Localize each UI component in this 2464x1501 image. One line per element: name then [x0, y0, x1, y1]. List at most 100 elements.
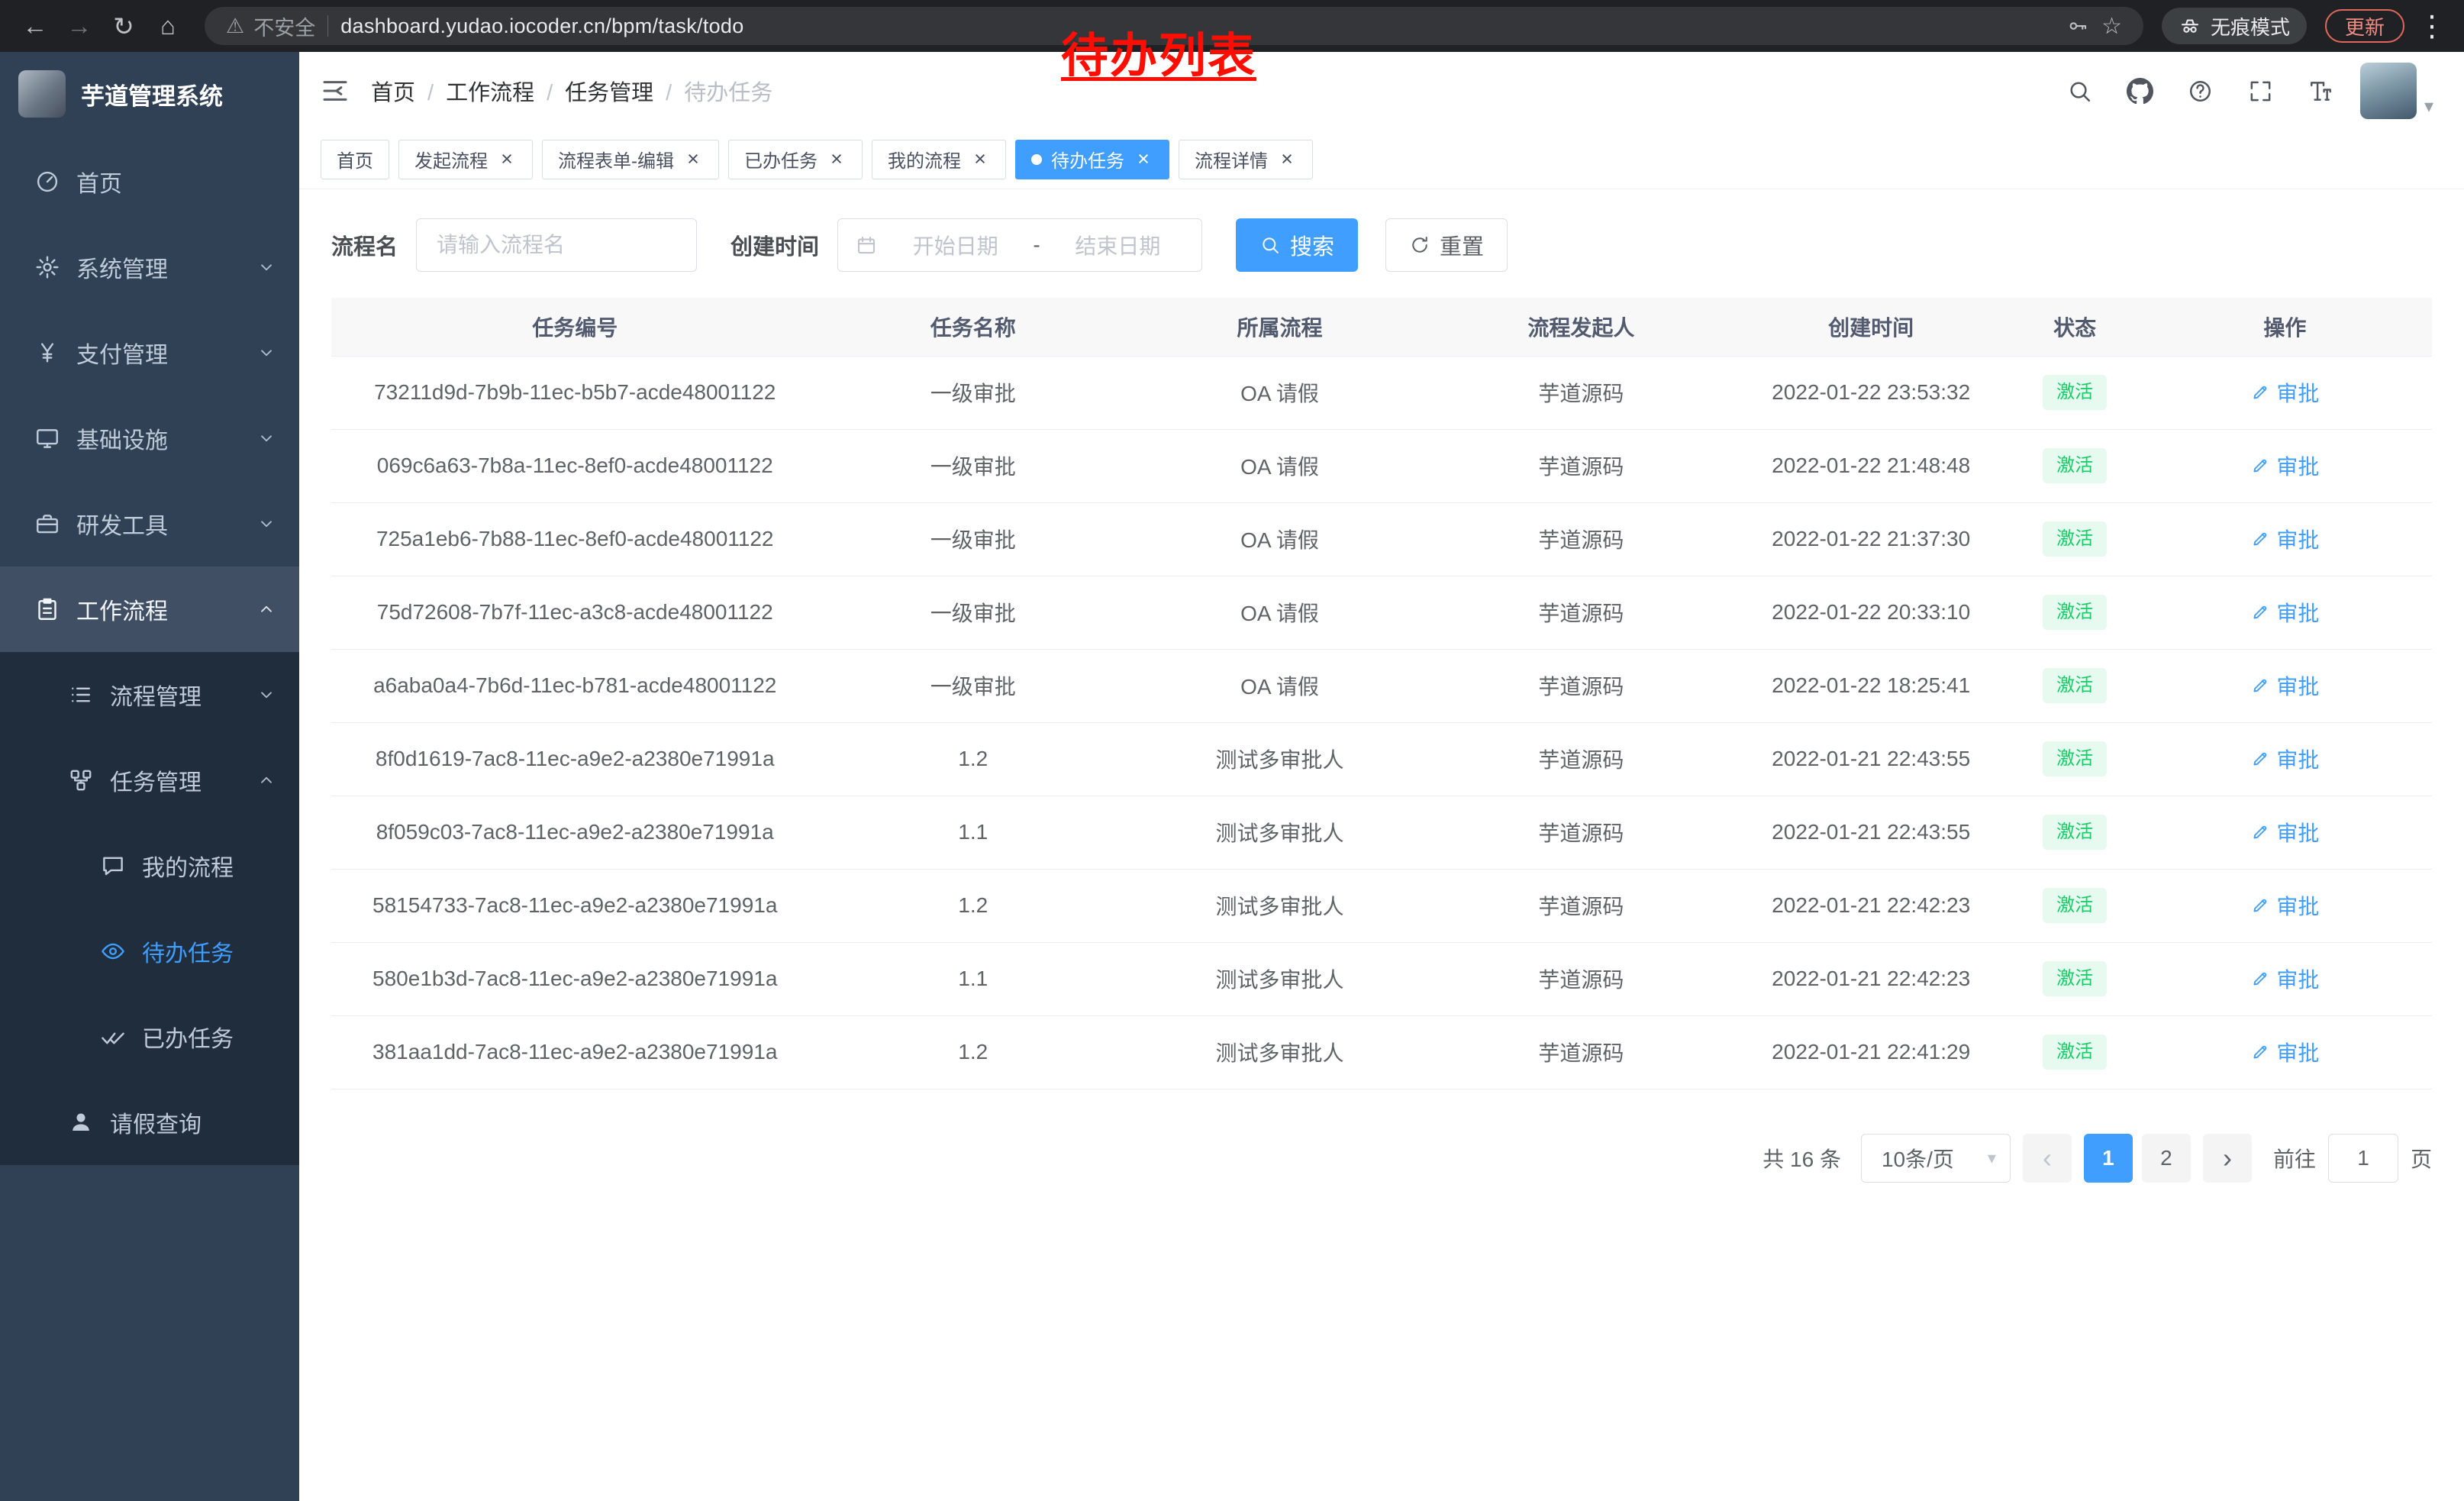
- browser-reload-button[interactable]: [105, 8, 142, 44]
- browser-forward-button[interactable]: [61, 8, 98, 44]
- status-badge: 激活: [2043, 595, 2107, 630]
- approve-link[interactable]: 审批: [2250, 890, 2319, 921]
- close-icon[interactable]: [827, 150, 847, 169]
- task-name-cell: 一级审批: [818, 502, 1127, 576]
- edit-icon: [2250, 602, 2270, 622]
- column-header: 创建时间: [1730, 298, 2012, 356]
- close-icon[interactable]: [1134, 150, 1153, 169]
- filter-bar: 流程名 创建时间 开始日期 - 结束日期 搜索 重置: [299, 189, 2464, 293]
- start-date-placeholder: 开始日期: [889, 230, 1022, 260]
- breadcrumb-item[interactable]: 任务管理: [565, 75, 684, 107]
- security-chip[interactable]: 不安全: [226, 11, 315, 41]
- incognito-label: 无痕模式: [2211, 12, 2290, 40]
- search-icon[interactable]: [2066, 78, 2093, 105]
- next-page-button[interactable]: [2203, 1134, 2252, 1183]
- approve-link[interactable]: 审批: [2250, 377, 2319, 408]
- help-icon[interactable]: [2187, 78, 2214, 105]
- sidebar-item[interactable]: 任务管理: [0, 738, 299, 823]
- page-size-select[interactable]: 10条/页: [1861, 1134, 2011, 1183]
- table-row: 8f059c03-7ac8-11ec-a9e2-a2380e71991a 1.1…: [331, 796, 2432, 869]
- fullscreen-icon[interactable]: [2247, 78, 2274, 105]
- sidebar-item[interactable]: 待办任务: [0, 909, 299, 994]
- approve-link[interactable]: 审批: [2250, 1037, 2319, 1067]
- task-id-cell: 580e1b3d-7ac8-11ec-a9e2-a2380e71991a: [331, 942, 818, 1015]
- bookmark-star-icon[interactable]: [2101, 13, 2122, 40]
- breadcrumb-item[interactable]: 首页: [371, 75, 446, 107]
- task-id-cell: 381aa1dd-7ac8-11ec-a9e2-a2380e71991a: [331, 1015, 818, 1089]
- status-badge: 激活: [2043, 815, 2107, 850]
- close-icon[interactable]: [497, 150, 517, 169]
- breadcrumb-item[interactable]: 工作流程: [446, 75, 565, 107]
- view-tab[interactable]: 我的流程: [872, 140, 1006, 179]
- user-menu[interactable]: [2360, 63, 2433, 119]
- task-id-cell: 725a1eb6-7b88-11ec-8ef0-acde48001122: [331, 502, 818, 576]
- created-time-cell: 2022-01-21 22:41:29: [1730, 1015, 2012, 1089]
- sidebar-item[interactable]: 请假查询: [0, 1080, 299, 1165]
- task-id-cell: 8f0d1619-7ac8-11ec-a9e2-a2380e71991a: [331, 722, 818, 796]
- approve-link[interactable]: 审批: [2250, 670, 2319, 701]
- view-tab[interactable]: 流程详情: [1179, 140, 1313, 179]
- sidebar-item[interactable]: 基础设施: [0, 395, 299, 481]
- view-tab[interactable]: 已办任务: [728, 140, 863, 179]
- close-icon[interactable]: [1277, 150, 1297, 169]
- edit-icon: [2250, 529, 2270, 549]
- approve-link[interactable]: 审批: [2250, 964, 2319, 994]
- search-button[interactable]: 搜索: [1236, 218, 1358, 272]
- page-button[interactable]: 1: [2084, 1134, 2133, 1183]
- chevron-down-icon: [2424, 95, 2433, 119]
- approve-link[interactable]: 审批: [2250, 524, 2319, 554]
- task-id-cell: 75d72608-7b7f-11ec-a3c8-acde48001122: [331, 576, 818, 649]
- created-time-cell: 2022-01-21 22:42:23: [1730, 869, 2012, 942]
- edit-icon: [2250, 896, 2270, 915]
- sidebar-item[interactable]: 系统管理: [0, 224, 299, 310]
- view-tab[interactable]: 待办任务: [1015, 140, 1169, 179]
- table-row: 725a1eb6-7b88-11ec-8ef0-acde48001122 一级审…: [331, 502, 2432, 576]
- browser-menu-icon[interactable]: [2417, 9, 2447, 44]
- range-separator: -: [1033, 233, 1040, 257]
- sidebar-item[interactable]: 研发工具: [0, 481, 299, 567]
- browser-home-button[interactable]: [150, 8, 186, 44]
- browser-update-button[interactable]: 更新: [2325, 9, 2404, 43]
- page-button[interactable]: 2: [2142, 1134, 2191, 1183]
- browser-back-button[interactable]: [17, 8, 53, 44]
- approve-link[interactable]: 审批: [2250, 450, 2319, 481]
- sidebar-item-label: 请假查询: [110, 1106, 276, 1139]
- page-goto-input[interactable]: [2328, 1134, 2398, 1183]
- process-name-input[interactable]: [416, 218, 697, 272]
- close-icon[interactable]: [970, 150, 990, 169]
- breadcrumb-item[interactable]: 待办任务: [684, 75, 772, 107]
- security-label: 不安全: [253, 11, 315, 41]
- sidebar-item[interactable]: 已办任务: [0, 994, 299, 1080]
- tab-label: 待办任务: [1051, 146, 1124, 173]
- created-time-cell: 2022-01-22 21:37:30: [1730, 502, 2012, 576]
- task-id-cell: 58154733-7ac8-11ec-a9e2-a2380e71991a: [331, 869, 818, 942]
- process-cell: OA 请假: [1127, 356, 1432, 429]
- sidebar-item[interactable]: 支付管理: [0, 310, 299, 395]
- sidebar-item[interactable]: 我的流程: [0, 823, 299, 909]
- key-icon[interactable]: [2066, 15, 2089, 37]
- github-icon[interactable]: [2127, 78, 2153, 105]
- app-title: 芋道管理系统: [81, 77, 223, 111]
- end-date-placeholder: 结束日期: [1051, 230, 1185, 260]
- reset-button[interactable]: 重置: [1385, 218, 1508, 272]
- user-avatar[interactable]: [2360, 63, 2417, 119]
- sidebar: 芋道管理系统 首页 系统管理: [0, 52, 299, 1501]
- sidebar-collapse-icon[interactable]: [319, 75, 351, 107]
- sidebar-item[interactable]: 流程管理: [0, 652, 299, 738]
- approve-link[interactable]: 审批: [2250, 597, 2319, 628]
- approve-link[interactable]: 审批: [2250, 817, 2319, 847]
- approve-link[interactable]: 审批: [2250, 744, 2319, 774]
- tab-label: 首页: [337, 146, 373, 173]
- sidebar-item[interactable]: 首页: [0, 139, 299, 224]
- view-tab[interactable]: 发起流程: [398, 140, 533, 179]
- view-tab[interactable]: 流程表单-编辑: [542, 140, 719, 179]
- app-logo-row[interactable]: 芋道管理系统: [0, 52, 299, 136]
- view-tab[interactable]: 首页: [321, 140, 389, 179]
- sidebar-item[interactable]: 工作流程: [0, 567, 299, 652]
- date-range-picker[interactable]: 开始日期 - 结束日期: [837, 218, 1202, 272]
- prev-page-button[interactable]: [2023, 1134, 2072, 1183]
- close-icon[interactable]: [683, 150, 703, 169]
- clipboard-icon: [31, 596, 64, 622]
- font-size-icon[interactable]: [2308, 78, 2334, 105]
- edit-icon: [2250, 456, 2270, 476]
